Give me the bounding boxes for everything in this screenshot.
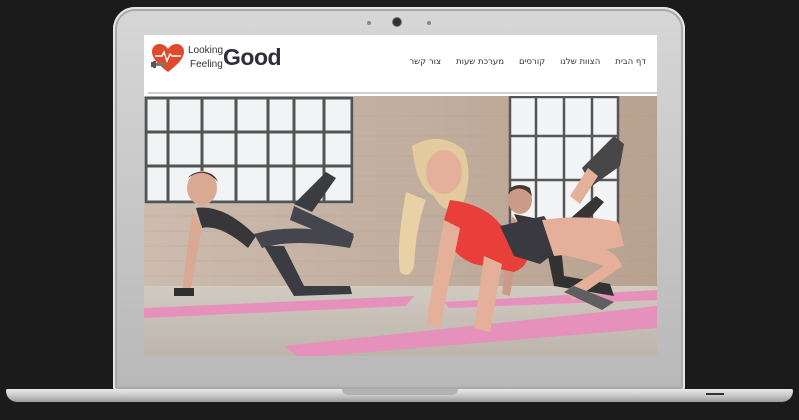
base-led	[706, 393, 724, 395]
site-header: Looking Feeling Good דף הבית הצוות שלנו …	[144, 35, 657, 94]
nav-team[interactable]: הצוות שלנו	[560, 57, 600, 67]
sensor-dot	[367, 21, 371, 25]
laptop-base	[6, 389, 793, 402]
site-logo[interactable]: Looking Feeling Good	[150, 42, 290, 76]
header-divider	[148, 92, 657, 94]
heart-dumbbell-icon	[151, 44, 184, 72]
hero-image	[144, 96, 657, 356]
camera-icon	[393, 18, 401, 26]
laptop-screen: Looking Feeling Good דף הבית הצוות שלנו …	[144, 35, 657, 356]
nav-courses[interactable]: קורסים	[519, 57, 545, 67]
base-notch	[342, 389, 458, 395]
logo-text-looking: Looking	[188, 45, 224, 56]
sensor-dot	[427, 21, 431, 25]
nav-home[interactable]: דף הבית	[615, 57, 646, 67]
fitness-class-photo	[144, 96, 657, 356]
logo-text-feeling: Feeling	[190, 59, 223, 70]
nav-schedule[interactable]: מערכת שעות	[456, 57, 504, 67]
nav-contact[interactable]: צור קשר	[409, 57, 441, 67]
main-nav: דף הבית הצוות שלנו קורסים מערכת שעות צור…	[409, 57, 646, 67]
logo-text-good: Good	[223, 44, 282, 70]
